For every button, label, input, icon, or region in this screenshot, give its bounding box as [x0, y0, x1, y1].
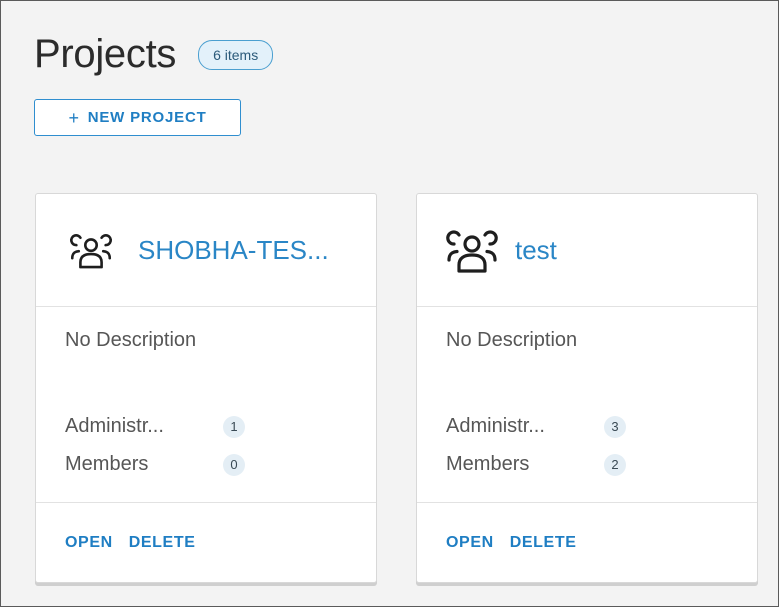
new-project-button[interactable]: + NEW PROJECT — [34, 99, 241, 136]
item-count-badge: 6 items — [198, 40, 274, 70]
project-description: No Description — [65, 329, 197, 351]
project-card-header: test — [417, 194, 757, 307]
members-label: Members — [446, 453, 530, 475]
project-card-actions: OPEN DELETE — [36, 503, 376, 582]
project-card-body: No Description Administr... 1 Members 0 — [36, 307, 376, 503]
users-group-icon — [64, 227, 118, 273]
members-label: Members — [65, 453, 149, 475]
project-title-link[interactable]: SHOBHA-TES... — [138, 235, 329, 266]
project-title-link[interactable]: test — [515, 235, 557, 266]
project-description: No Description — [446, 329, 578, 351]
administrators-row: Administr... 3 — [446, 415, 626, 438]
page-title: Projects — [34, 32, 177, 76]
project-card: test No Description Administr... 3 Membe… — [416, 193, 758, 583]
administrators-count-badge: 1 — [223, 415, 245, 438]
project-card: SHOBHA-TES... No Description Administr..… — [35, 193, 377, 583]
delete-button[interactable]: DELETE — [510, 534, 577, 552]
members-count-badge: 2 — [604, 453, 626, 476]
members-count-badge: 0 — [223, 453, 245, 476]
members-row: Members 0 — [65, 453, 245, 476]
project-card-body: No Description Administr... 3 Members 2 — [417, 307, 757, 503]
administrators-label: Administr... — [446, 415, 545, 437]
open-button[interactable]: OPEN — [65, 534, 113, 552]
delete-button[interactable]: DELETE — [129, 534, 196, 552]
open-button[interactable]: OPEN — [446, 534, 494, 552]
administrators-count-badge: 3 — [604, 415, 626, 438]
users-group-icon — [445, 227, 499, 273]
project-card-actions: OPEN DELETE — [417, 503, 757, 582]
administrators-label: Administr... — [65, 415, 164, 437]
members-row: Members 2 — [446, 453, 626, 476]
new-project-label: NEW PROJECT — [87, 109, 207, 126]
plus-icon: + — [68, 107, 80, 128]
project-card-header: SHOBHA-TES... — [36, 194, 376, 307]
page-header: Projects 6 items — [34, 31, 274, 77]
administrators-row: Administr... 1 — [65, 415, 245, 438]
